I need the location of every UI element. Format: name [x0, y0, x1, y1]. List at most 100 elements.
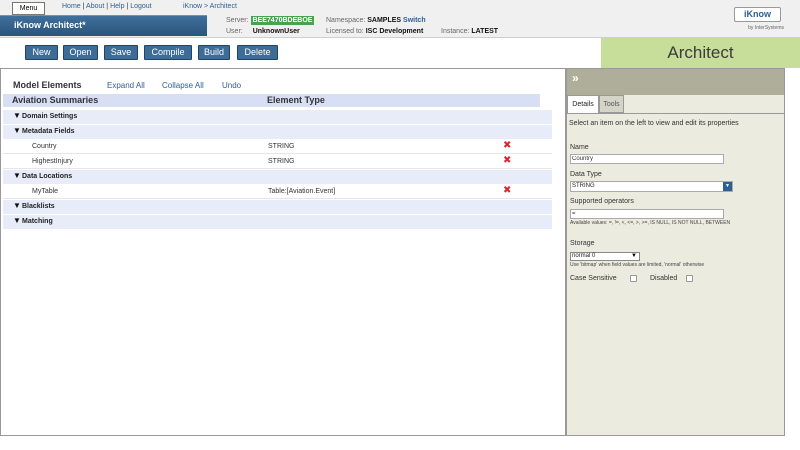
breadcrumb[interactable]: iKnow > Architect [183, 3, 237, 10]
link-separator: | [106, 3, 109, 10]
disabled-checkbox[interactable] [686, 275, 693, 282]
details-panel-header: » [567, 69, 784, 95]
server-label: Server: [226, 17, 249, 24]
switch-namespace-link[interactable]: Switch [403, 17, 426, 24]
license-info: Licensed to: ISC Development [326, 28, 423, 35]
delete-x-icon[interactable]: ✖ [503, 155, 511, 167]
expand-arrow-icon[interactable]: ▼ [13, 171, 21, 180]
namespace-label: Namespace: [326, 17, 366, 24]
expand-arrow-icon[interactable]: ▼ [13, 126, 21, 135]
disabled-label: Disabled [650, 275, 678, 282]
about-link[interactable]: About [86, 3, 104, 10]
open-button[interactable]: Open [63, 45, 98, 60]
user-value: UnknownUser [252, 28, 300, 35]
instance-info: Instance: LATEST [441, 28, 498, 35]
menu-button[interactable]: Menu [12, 2, 45, 15]
help-link[interactable]: Help [110, 3, 124, 10]
tree-group-blacklists[interactable]: ▼ Blacklists [3, 200, 552, 214]
architect-banner: Architect [601, 38, 800, 68]
details-prompt: Select an item on the left to view and e… [569, 120, 739, 127]
tree-group-data-locations[interactable]: ▼ Data Locations [3, 170, 552, 184]
tab-tools[interactable]: Tools [599, 95, 624, 113]
intersystems-tagline: by InterSystems [748, 25, 784, 31]
logout-link[interactable]: Logout [130, 3, 151, 10]
group-label: Matching [22, 218, 53, 225]
compile-button[interactable]: Compile [144, 45, 192, 60]
case-sensitive-checkbox[interactable] [630, 275, 637, 282]
undo-link[interactable]: Undo [222, 81, 241, 90]
tree-group-matching[interactable]: ▼ Matching [3, 215, 552, 229]
delete-x-icon[interactable]: ✖ [503, 140, 511, 152]
app-title: iKnow Architect* [14, 20, 86, 30]
tree-group-metadata-fields[interactable]: ▼ Metadata Fields [3, 125, 552, 139]
namespace-info: Namespace: SAMPLES Switch [326, 17, 426, 24]
element-type: STRING [268, 158, 295, 165]
operators-note: Available values: =, !=, <, <=, >, >=, I… [570, 220, 731, 226]
storage-value: normal 0 [572, 253, 596, 259]
iknow-logo: iKnow [734, 7, 781, 22]
details-body: Select an item on the left to view and e… [567, 113, 784, 435]
expand-all-link[interactable]: Expand All [107, 81, 145, 90]
licensed-label: Licensed to: [326, 28, 364, 35]
link-separator: | [126, 3, 129, 10]
data-type-label: Data Type [570, 171, 602, 178]
element-name: MyTable [32, 188, 59, 195]
group-label: Blacklists [22, 203, 55, 210]
element-name: Country [32, 143, 57, 150]
collapse-all-link[interactable]: Collapse All [162, 81, 204, 90]
data-type-select[interactable]: STRING ▼ [570, 181, 733, 192]
expand-arrow-icon[interactable]: ▼ [13, 111, 21, 120]
licensed-value: ISC Development [365, 28, 424, 35]
instance-label: Instance: [441, 28, 470, 35]
user-info: User: UnknownUser [226, 28, 300, 35]
toolbar: New Open Save Compile Build Delete [0, 38, 601, 68]
dropdown-arrow-icon[interactable]: ▼ [631, 253, 637, 260]
delete-x-icon[interactable]: ✖ [503, 185, 511, 197]
element-name: HighestInjury [32, 158, 73, 165]
storage-note: Use 'bitmap' when field values are limit… [570, 262, 705, 268]
home-link[interactable]: Home [62, 3, 81, 10]
group-label: Metadata Fields [22, 128, 75, 135]
table-row[interactable]: HighestInjury STRING ✖ [3, 155, 552, 169]
storage-label: Storage [570, 240, 595, 247]
namespace-value: SAMPLES [367, 17, 402, 24]
link-separator: | [82, 3, 85, 10]
app-title-bar: iKnow Architect* [0, 15, 207, 36]
tab-details[interactable]: Details [567, 95, 599, 113]
element-type: Table:[Aviation.Event] [268, 188, 336, 195]
storage-select[interactable]: normal 0 ▼ [570, 252, 640, 261]
details-panel: » Details Tools Select an item on the le… [566, 68, 785, 436]
name-label: Name [570, 144, 589, 151]
table-row[interactable]: Country STRING ✖ [3, 140, 552, 154]
build-button[interactable]: Build [198, 45, 230, 60]
group-label: Domain Settings [22, 113, 78, 120]
instance-value: LATEST [471, 28, 499, 35]
top-links: Home | About | Help | Logout [62, 3, 152, 10]
model-elements-panel: Model Elements Expand All Collapse All U… [0, 68, 566, 436]
tree-group-domain-settings[interactable]: ▼ Domain Settings [3, 110, 552, 124]
table-header: Aviation Summaries Element Type [3, 94, 540, 107]
collapse-panel-icon[interactable]: » [572, 71, 579, 85]
save-button[interactable]: Save [104, 45, 138, 60]
model-elements-heading: Model Elements [13, 80, 82, 90]
table-row[interactable]: MyTable Table:[Aviation.Event] ✖ [3, 185, 552, 199]
expand-arrow-icon[interactable]: ▼ [13, 216, 21, 225]
column-header-name: Aviation Summaries [12, 95, 99, 105]
name-field[interactable] [570, 154, 724, 164]
chevron-down-icon[interactable]: ▼ [723, 182, 732, 191]
new-button[interactable]: New [25, 45, 58, 60]
operators-field[interactable] [570, 209, 724, 219]
operators-label: Supported operators [570, 198, 634, 205]
column-header-type: Element Type [267, 95, 325, 105]
server-info: Server: BEE7470BDEBOE [226, 16, 315, 25]
top-header: Menu Home | About | Help | Logout iKnow … [0, 0, 800, 38]
user-label: User: [226, 28, 243, 35]
case-sensitive-label: Case Sensitive [570, 275, 617, 282]
architect-banner-title: Architect [667, 43, 734, 62]
element-type: STRING [268, 143, 295, 150]
data-type-value: STRING [572, 183, 595, 189]
server-badge: BEE7470BDEBOE [250, 16, 315, 25]
expand-arrow-icon[interactable]: ▼ [13, 201, 21, 210]
group-label: Data Locations [22, 173, 73, 180]
delete-button[interactable]: Delete [237, 45, 278, 60]
